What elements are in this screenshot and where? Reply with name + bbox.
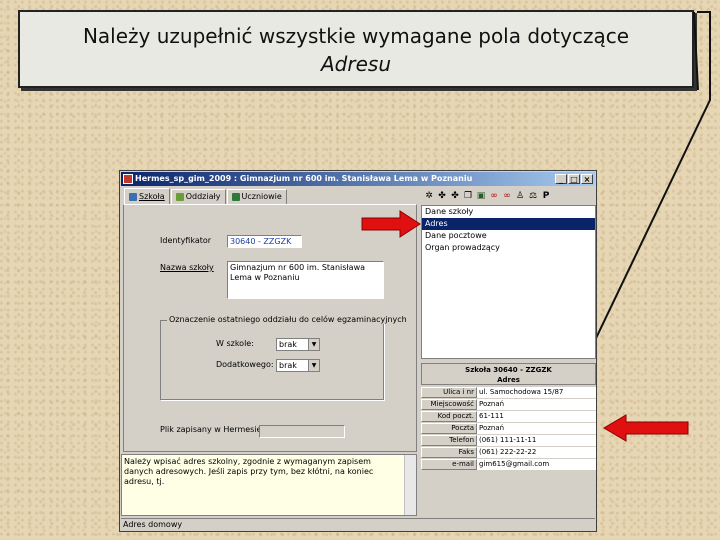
school-select-label: W szkole: bbox=[216, 339, 254, 348]
email-label: e-mail bbox=[421, 459, 477, 470]
table-row: Telefon (061) 111-11-11 bbox=[421, 435, 596, 446]
table-row: Faks (061) 222-22-22 bbox=[421, 447, 596, 458]
red-arrow-left-icon bbox=[603, 414, 689, 442]
city-field[interactable]: Poznań bbox=[477, 399, 596, 410]
phone-field[interactable]: (061) 111-11-11 bbox=[477, 435, 596, 446]
fax-label: Faks bbox=[421, 447, 477, 458]
callout-line-1: Należy uzupełnić wszystkie wymagane pola… bbox=[82, 24, 630, 48]
id-field[interactable]: 30640 - ZZGZK bbox=[227, 235, 302, 248]
street-label: Ulica i nr bbox=[421, 387, 477, 398]
tab-bar: Szkoła Oddziały Uczniowie bbox=[124, 188, 288, 204]
details-section-title: Adres bbox=[497, 376, 520, 384]
list-item-dane-pocztowe[interactable]: Dane pocztowe bbox=[422, 230, 595, 242]
exam-group-title: Oznaczenie ostatniego oddziału do celów … bbox=[167, 315, 409, 324]
table-row: Kod poczt. 61-111 bbox=[421, 411, 596, 422]
post-office-label: Poczta bbox=[421, 423, 477, 434]
chevron-down-icon[interactable]: ▼ bbox=[308, 360, 319, 371]
city-label: Miejscowość bbox=[421, 399, 477, 410]
id-label: Identyfikator bbox=[160, 236, 212, 245]
school-form-pane: Identyfikator 30640 - ZZGZK Nazwa szkoły… bbox=[123, 204, 417, 452]
help-text: Należy wpisać adres szkolny, zgodnie z w… bbox=[124, 457, 374, 486]
scales-icon[interactable]: ⚖ bbox=[528, 191, 538, 201]
p-icon[interactable]: P bbox=[541, 191, 551, 201]
street-field[interactable]: ul. Samochodowa 15/87 bbox=[477, 387, 596, 398]
list-item-adres[interactable]: Adres bbox=[422, 218, 595, 230]
maximize-button[interactable]: □ bbox=[568, 174, 580, 184]
email-field[interactable]: gim615@gmail.com bbox=[477, 459, 596, 470]
gear-icon[interactable]: ✲ bbox=[424, 191, 434, 201]
copy-icon[interactable]: ❐ bbox=[463, 191, 473, 201]
binoculars-icon[interactable]: ∞ bbox=[502, 191, 512, 201]
status-text: Adres domowy bbox=[123, 520, 183, 529]
close-button[interactable]: × bbox=[581, 174, 593, 184]
list-item-organ[interactable]: Organ prowadzący bbox=[422, 242, 595, 254]
title-bar: Hermes_sp_gim_2009 : Gimnazjum nr 600 im… bbox=[121, 172, 595, 186]
postcode-field[interactable]: 61-111 bbox=[477, 411, 596, 422]
help-memo: Należy wpisać adres szkolny, zgodnie z w… bbox=[121, 454, 417, 516]
memo-scrollbar[interactable] bbox=[404, 455, 416, 515]
minimize-button[interactable]: _ bbox=[555, 174, 567, 184]
window-title: Hermes_sp_gim_2009 : Gimnazjum nr 600 im… bbox=[135, 174, 473, 183]
table-row: Miejscowość Poznań bbox=[421, 399, 596, 410]
person-icon[interactable]: ♙ bbox=[515, 191, 525, 201]
instruction-callout: Należy uzupełnić wszystkie wymagane pola… bbox=[18, 10, 694, 88]
app-icon bbox=[123, 174, 133, 184]
details-header: Szkoła 30640 - ZZGZK Adres bbox=[421, 363, 596, 385]
table-row: e-mail gim615@gmail.com bbox=[421, 459, 596, 470]
branch-select-label: Dodatkowego: bbox=[216, 360, 274, 369]
table-row: Poczta Poznań bbox=[421, 423, 596, 434]
file-field bbox=[259, 425, 345, 438]
address-grid: Ulica i nr ul. Samochodowa 15/87 Miejsco… bbox=[421, 387, 596, 471]
binoculars-icon[interactable]: ∞ bbox=[489, 191, 499, 201]
phone-label: Telefon bbox=[421, 435, 477, 446]
table-row: Ulica i nr ul. Samochodowa 15/87 bbox=[421, 387, 596, 398]
puzzle-icon[interactable]: ✤ bbox=[437, 191, 447, 201]
chevron-down-icon[interactable]: ▼ bbox=[308, 339, 319, 350]
details-school-code: Szkoła 30640 - ZZGZK bbox=[465, 366, 552, 374]
school-name-field[interactable]: Gimnazjum nr 600 im. Stanisława Lema w P… bbox=[227, 261, 384, 299]
section-list: Dane szkoły Adres Dane pocztowe Organ pr… bbox=[421, 205, 596, 359]
fax-field[interactable]: (061) 222-22-22 bbox=[477, 447, 596, 458]
tab-uczniowie[interactable]: Uczniowie bbox=[226, 189, 287, 204]
status-bar: Adres domowy bbox=[121, 518, 595, 530]
application-window: Hermes_sp_gim_2009 : Gimnazjum nr 600 im… bbox=[119, 170, 597, 532]
branch-select[interactable]: brak ▼ bbox=[276, 359, 320, 372]
puzzle-icon[interactable]: ✤ bbox=[450, 191, 460, 201]
classes-icon bbox=[175, 193, 184, 201]
name-label: Nazwa szkoły bbox=[160, 263, 214, 272]
tab-szkola[interactable]: Szkoła bbox=[124, 188, 170, 204]
postcode-label: Kod poczt. bbox=[421, 411, 477, 422]
students-icon bbox=[231, 193, 240, 201]
toolbar: ✲ ✤ ✤ ❐ ▣ ∞ ∞ ♙ ⚖ P bbox=[420, 189, 599, 203]
post-office-field[interactable]: Poznań bbox=[477, 423, 596, 434]
list-item-dane-szkoly[interactable]: Dane szkoły bbox=[422, 206, 595, 218]
callout-line-2: Adresu bbox=[321, 52, 391, 76]
save-icon[interactable]: ▣ bbox=[476, 191, 486, 201]
file-label: Plik zapisany w Hermesie: bbox=[160, 425, 265, 434]
school-select[interactable]: brak ▼ bbox=[276, 338, 320, 351]
tab-oddzialy[interactable]: Oddziały bbox=[170, 189, 226, 204]
school-icon bbox=[129, 192, 137, 201]
exam-class-group: Oznaczenie ostatniego oddziału do celów … bbox=[160, 315, 409, 400]
